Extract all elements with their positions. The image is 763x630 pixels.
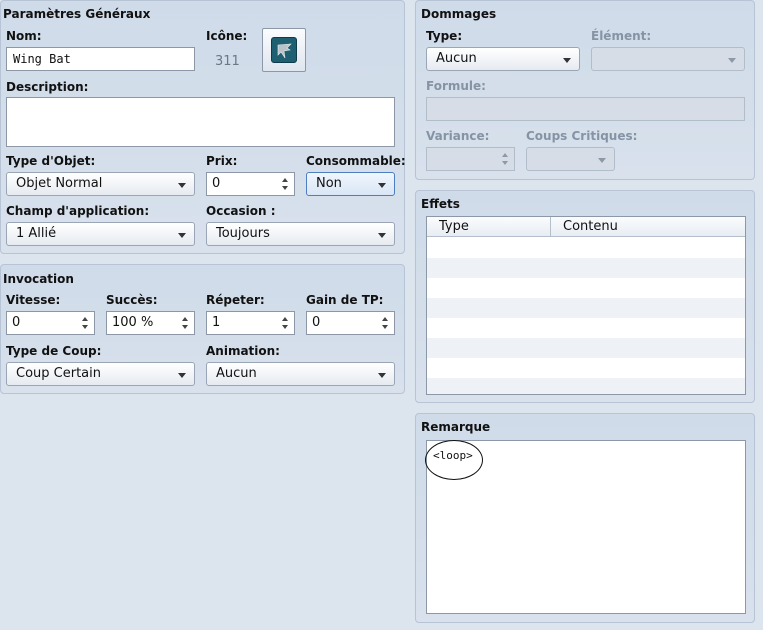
chevron-down-icon	[598, 158, 606, 163]
general-settings-panel: Paramètres Généraux Nom: Wing Bat Icône:…	[0, 0, 406, 254]
damage-type-label: Type:	[426, 29, 463, 43]
hit-type-select[interactable]: Coup Certain	[6, 362, 195, 386]
bat-wing-icon	[271, 37, 297, 63]
table-row[interactable]	[427, 238, 745, 258]
table-row[interactable]	[427, 258, 745, 278]
arrow-up-icon[interactable]	[282, 178, 288, 182]
scope-select[interactable]: 1 Allié	[6, 222, 195, 246]
occasion-select[interactable]: Toujours	[206, 222, 395, 246]
repeat-stepper[interactable]: 1	[206, 311, 295, 335]
damage-title: Dommages	[421, 7, 497, 21]
formula-input[interactable]	[426, 97, 745, 121]
arrow-up-icon[interactable]	[182, 317, 188, 321]
icon-index: 311	[215, 54, 240, 69]
critical-label: Coups Critiques:	[526, 129, 638, 143]
element-label: Élément:	[591, 29, 652, 43]
arrow-down-icon[interactable]	[282, 186, 288, 190]
speed-stepper[interactable]: 0	[6, 311, 95, 335]
effects-title: Effets	[421, 197, 460, 211]
chevron-down-icon	[178, 373, 186, 378]
table-row[interactable]	[427, 358, 745, 378]
description-input[interactable]	[6, 97, 395, 147]
success-label: Succès:	[106, 293, 158, 307]
tp-gain-stepper[interactable]: 0	[306, 311, 395, 335]
price-stepper[interactable]: 0	[206, 172, 295, 196]
consumable-value: Non	[316, 176, 342, 191]
animation-value: Aucun	[216, 366, 257, 381]
chevron-down-icon	[378, 373, 386, 378]
arrow-up-icon[interactable]	[282, 317, 288, 321]
arrow-down-icon[interactable]	[182, 325, 188, 329]
arrow-up-icon[interactable]	[382, 317, 388, 321]
arrow-down-icon[interactable]	[282, 325, 288, 329]
chevron-down-icon	[378, 183, 386, 188]
critical-select[interactable]	[526, 147, 615, 171]
name-input[interactable]: Wing Bat	[6, 47, 195, 71]
damage-panel: Dommages Type: Aucun Élément: Formule: V…	[415, 0, 755, 180]
item-type-label: Type d'Objet:	[6, 154, 96, 168]
table-row[interactable]	[427, 338, 745, 358]
occasion-value: Toujours	[216, 226, 270, 241]
effects-table-header: Type Contenu	[427, 217, 745, 237]
speed-label: Vitesse:	[6, 293, 61, 307]
column-header-type[interactable]: Type	[427, 217, 550, 237]
invocation-title: Invocation	[3, 272, 74, 286]
effects-panel: Effets Type Contenu	[415, 190, 755, 403]
occasion-label: Occasion :	[206, 204, 276, 218]
icon-label: Icône:	[206, 29, 248, 43]
repeat-value: 1	[212, 315, 221, 330]
table-row[interactable]	[427, 298, 745, 318]
arrow-down-icon[interactable]	[82, 325, 88, 329]
invocation-panel: Invocation Vitesse: 0 Succès: 100 % Répe…	[0, 264, 405, 394]
variance-label: Variance:	[426, 129, 490, 143]
variance-stepper[interactable]	[426, 147, 515, 171]
general-settings-title: Paramètres Généraux	[3, 7, 151, 21]
note-title: Remarque	[421, 420, 491, 434]
formula-label: Formule:	[426, 79, 486, 93]
speed-value: 0	[12, 315, 21, 330]
name-label: Nom:	[6, 29, 42, 43]
arrow-down-icon[interactable]	[502, 161, 508, 165]
item-type-select[interactable]: Objet Normal	[6, 172, 195, 196]
tp-gain-label: Gain de TP:	[306, 293, 384, 307]
consumable-select[interactable]: Non	[306, 172, 395, 196]
arrow-up-icon[interactable]	[502, 153, 508, 157]
chevron-down-icon	[728, 58, 736, 63]
consumable-label: Consommable:	[306, 154, 406, 168]
hit-type-value: Coup Certain	[16, 366, 101, 381]
arrow-up-icon[interactable]	[82, 317, 88, 321]
damage-type-value: Aucun	[436, 51, 477, 66]
chevron-down-icon	[378, 233, 386, 238]
table-row[interactable]	[427, 378, 745, 394]
description-label: Description:	[6, 80, 89, 94]
table-row[interactable]	[427, 318, 745, 338]
chevron-down-icon	[563, 58, 571, 63]
effects-table[interactable]: Type Contenu	[426, 216, 746, 395]
animation-select[interactable]: Aucun	[206, 362, 395, 386]
tp-gain-value: 0	[312, 315, 321, 330]
item-type-value: Objet Normal	[16, 176, 103, 191]
hit-type-label: Type de Coup:	[6, 344, 102, 358]
chevron-down-icon	[178, 233, 186, 238]
annotation-circle	[425, 440, 483, 480]
scope-value: 1 Allié	[16, 226, 57, 241]
price-value: 0	[212, 176, 221, 191]
chevron-down-icon	[178, 183, 186, 188]
column-header-content[interactable]: Contenu	[550, 217, 732, 237]
element-select[interactable]	[591, 47, 745, 71]
animation-label: Animation:	[206, 344, 280, 358]
scope-label: Champ d'application:	[6, 204, 150, 218]
damage-type-select[interactable]: Aucun	[426, 47, 580, 71]
table-row[interactable]	[427, 278, 745, 298]
arrow-down-icon[interactable]	[382, 325, 388, 329]
icon-picker-button[interactable]	[262, 28, 306, 72]
repeat-label: Répeter:	[206, 293, 265, 307]
success-value: 100 %	[112, 315, 154, 330]
success-stepper[interactable]: 100 %	[106, 311, 195, 335]
price-label: Prix:	[206, 154, 238, 168]
